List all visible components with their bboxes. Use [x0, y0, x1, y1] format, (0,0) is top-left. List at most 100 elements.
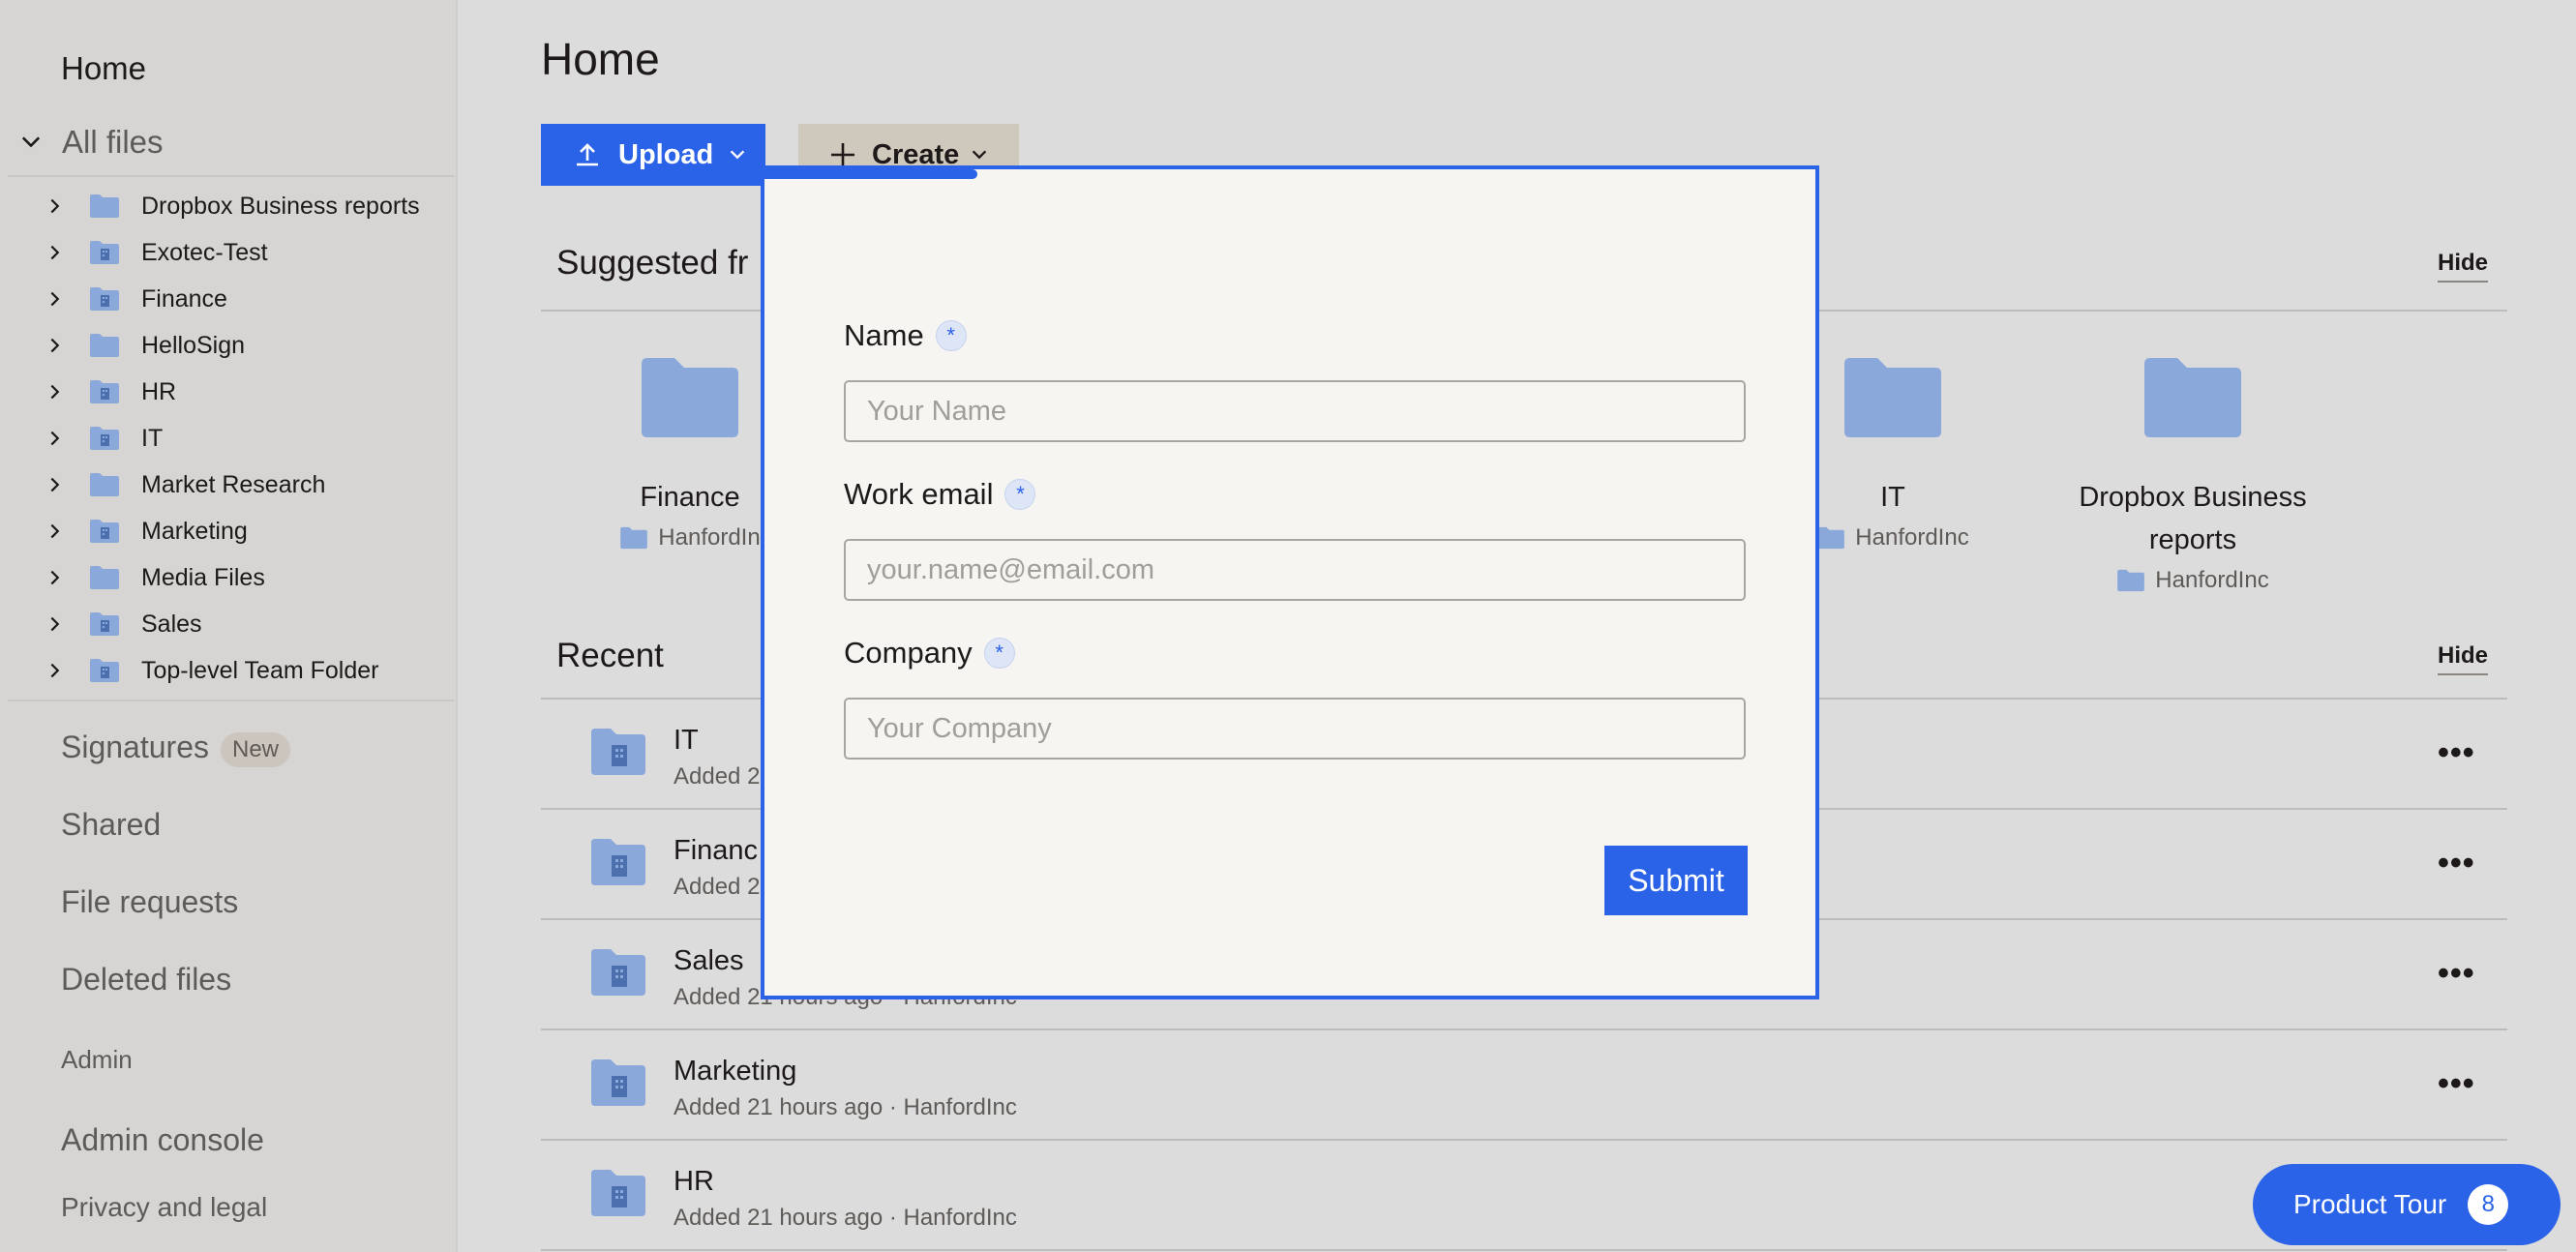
- chevron-right-icon[interactable]: [45, 195, 66, 217]
- hide-recent-link[interactable]: Hide: [2438, 642, 2489, 675]
- tree-item-label: HR: [141, 377, 177, 405]
- chevron-right-icon[interactable]: [45, 567, 66, 588]
- chevron-down-icon[interactable]: [17, 129, 45, 156]
- tree-item[interactable]: HelloSign: [8, 322, 455, 369]
- hide-suggested-link[interactable]: Hide: [2438, 250, 2489, 283]
- tree-item-label: Finance: [141, 284, 227, 313]
- nav-admin-heading: Admin: [61, 1045, 133, 1074]
- folder-icon: [90, 473, 119, 496]
- folder-icon: [90, 334, 119, 357]
- more-options-icon[interactable]: •••: [2438, 1065, 2475, 1103]
- tree-item-label: Marketing: [141, 517, 248, 545]
- chevron-right-icon[interactable]: [45, 381, 66, 402]
- tree-item-label: Exotec-Test: [141, 238, 268, 266]
- chevron-right-icon[interactable]: [45, 428, 66, 449]
- tree-item[interactable]: Dropbox Business reports: [8, 183, 455, 229]
- team-folder-icon: [591, 949, 645, 996]
- chevron-right-icon[interactable]: [45, 521, 66, 542]
- nav-all-files[interactable]: All files: [17, 124, 164, 161]
- recent-row-name: HR: [674, 1166, 714, 1197]
- nav-signatures[interactable]: Signatures New: [61, 730, 290, 767]
- sidebar: Home All files Dropbox Business reports …: [0, 0, 458, 1252]
- folder-icon: [1844, 358, 1941, 437]
- suggested-card-owner: HanfordInc: [2057, 567, 2328, 594]
- team-folder-icon: [90, 520, 119, 543]
- work-email-label-text: Work email: [844, 477, 994, 511]
- chevron-right-icon[interactable]: [45, 335, 66, 356]
- upload-button[interactable]: Upload: [541, 124, 765, 186]
- tree-item-label: Media Files: [141, 563, 265, 591]
- recent-row[interactable]: HR Added 21 hours ago · HanfordInc: [541, 1141, 2507, 1251]
- required-marker: *: [1004, 479, 1036, 510]
- more-options-icon[interactable]: •••: [2438, 734, 2475, 772]
- work-email-field-label: Work email *: [844, 477, 1036, 512]
- team-folder-icon: [90, 287, 119, 311]
- chevron-right-icon[interactable]: [45, 613, 66, 635]
- tree-item-label: IT: [141, 424, 164, 452]
- modal-progress-bar: [764, 169, 977, 179]
- name-field-label: Name *: [844, 318, 967, 353]
- required-marker: *: [983, 638, 1015, 669]
- folder-icon: [620, 526, 648, 550]
- tree-item-label: Dropbox Business reports: [141, 192, 420, 220]
- name-label-text: Name: [844, 318, 924, 352]
- chevron-right-icon[interactable]: [45, 474, 66, 495]
- tree-item-label: Market Research: [141, 470, 326, 498]
- folder-icon: [2117, 569, 2145, 592]
- required-marker: *: [935, 320, 967, 351]
- tree-item[interactable]: Finance: [8, 276, 455, 322]
- tree-item[interactable]: Sales: [8, 601, 455, 647]
- tree-item[interactable]: Marketing: [8, 508, 455, 554]
- folder-icon: [90, 194, 119, 218]
- folder-icon: [90, 566, 119, 589]
- tree-item[interactable]: IT: [8, 415, 455, 462]
- folder-icon: [1817, 526, 1845, 550]
- tree-item[interactable]: HR: [8, 369, 455, 415]
- tree-item-label: HelloSign: [141, 331, 246, 359]
- recent-row-name: Financ: [674, 835, 759, 866]
- more-options-icon[interactable]: •••: [2438, 845, 2475, 882]
- suggested-card-name: Dropbox Business reports: [2079, 482, 2307, 555]
- page-title: Home: [541, 34, 660, 84]
- chevron-right-icon[interactable]: [45, 242, 66, 263]
- chevron-right-icon[interactable]: [45, 660, 66, 681]
- tree-item[interactable]: Media Files: [8, 554, 455, 601]
- tree-item[interactable]: Market Research: [8, 462, 455, 508]
- nav-privacy-legal[interactable]: Privacy and legal: [61, 1192, 267, 1223]
- suggested-card[interactable]: Dropbox Business reports HanfordInc: [2057, 356, 2328, 594]
- chevron-down-icon: [973, 150, 987, 160]
- product-tour-count-badge: 8: [2468, 1184, 2509, 1225]
- team-folder-icon: [90, 427, 119, 450]
- folder-icon: [2144, 358, 2241, 437]
- more-options-icon[interactable]: •••: [2438, 955, 2475, 993]
- recent-row-name: Sales: [674, 945, 744, 976]
- product-tour-button[interactable]: Product Tour 8: [2253, 1164, 2561, 1245]
- recent-row-name: IT: [674, 725, 699, 756]
- tree-item-label: Top-level Team Folder: [141, 656, 379, 684]
- nav-home[interactable]: Home: [61, 50, 146, 87]
- submit-button[interactable]: Submit: [1604, 846, 1748, 915]
- tree-item[interactable]: Top-level Team Folder: [8, 647, 455, 694]
- product-tour-label: Product Tour: [2293, 1189, 2447, 1219]
- team-folder-icon: [591, 1059, 645, 1106]
- company-field-label: Company *: [844, 636, 1015, 671]
- nav-file-requests[interactable]: File requests: [61, 884, 238, 920]
- company-input[interactable]: [844, 698, 1746, 760]
- suggested-title: Suggested fr: [556, 244, 749, 282]
- recent-row-meta: Added 2: [674, 874, 761, 900]
- new-badge: New: [220, 731, 290, 767]
- tree-item[interactable]: Exotec-Test: [8, 229, 455, 276]
- recent-row[interactable]: Marketing Added 21 hours ago · HanfordIn…: [541, 1030, 2507, 1141]
- tree-item-label: Sales: [141, 610, 202, 638]
- nav-admin-console[interactable]: Admin console: [61, 1122, 264, 1158]
- team-folder-icon: [591, 1170, 645, 1216]
- work-email-input[interactable]: [844, 539, 1746, 601]
- team-folder-icon: [90, 241, 119, 264]
- recent-row-meta: Added 21 hours ago · HanfordInc: [674, 1094, 1017, 1120]
- nav-deleted-files[interactable]: Deleted files: [61, 962, 231, 998]
- chevron-right-icon[interactable]: [45, 288, 66, 310]
- name-input[interactable]: [844, 380, 1746, 442]
- recent-row-name: Marketing: [674, 1056, 797, 1087]
- upload-label: Upload: [618, 138, 714, 170]
- nav-shared[interactable]: Shared: [61, 807, 161, 843]
